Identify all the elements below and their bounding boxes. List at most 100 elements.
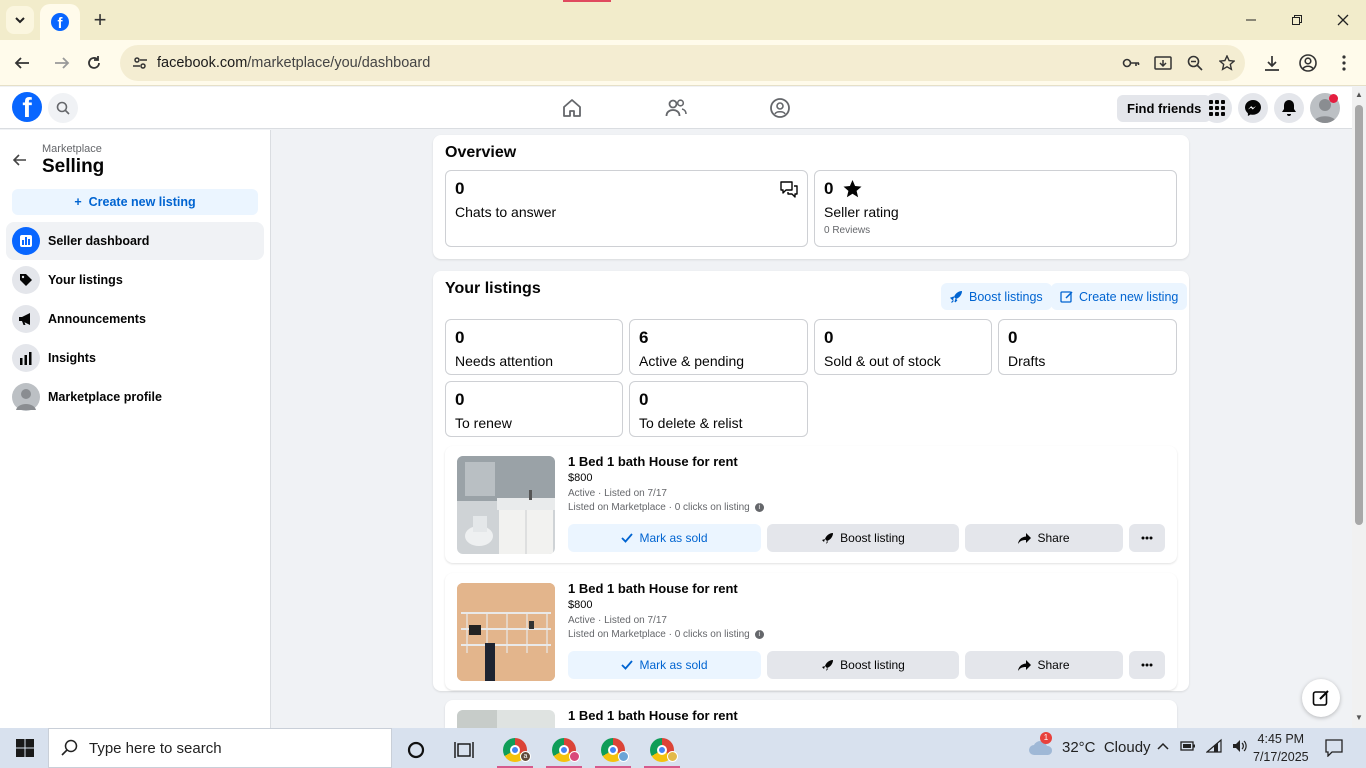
browser-tab-facebook[interactable]: f xyxy=(40,4,80,40)
new-tab-button[interactable]: + xyxy=(88,7,112,32)
breadcrumb[interactable]: Marketplace xyxy=(42,143,102,155)
more-options-button[interactable] xyxy=(1129,524,1165,552)
notifications-button[interactable] xyxy=(1274,93,1304,123)
mark-as-sold-button[interactable]: Mark as sold xyxy=(568,651,761,679)
bookmark-star-icon[interactable] xyxy=(1215,51,1239,75)
chrome-taskbar-icon[interactable] xyxy=(640,732,684,768)
weather-widget[interactable]: 1 32°C Cloudy xyxy=(1028,732,1151,756)
rocket-icon xyxy=(822,659,834,671)
more-options-button[interactable] xyxy=(1129,651,1165,679)
install-app-icon[interactable] xyxy=(1151,51,1175,75)
downloads-icon[interactable] xyxy=(1258,49,1286,77)
boost-listing-button[interactable]: Boost listing xyxy=(767,524,959,552)
reload-icon xyxy=(88,56,100,69)
create-button-label: Create new listing xyxy=(88,195,196,209)
stat-card-sold-out-of-stock[interactable]: 0 Sold & out of stock xyxy=(814,319,992,375)
scroll-up-arrow-icon[interactable]: ▲ xyxy=(1355,91,1363,99)
listing-photo-bathroom[interactable] xyxy=(457,456,555,554)
start-button[interactable] xyxy=(8,736,42,760)
create-new-listing-button[interactable]: Create new listing xyxy=(1051,283,1188,310)
wifi-icon[interactable] xyxy=(1206,738,1222,754)
dashboard-icon xyxy=(12,227,40,255)
page-scrollbar[interactable]: ▲ ▼ xyxy=(1352,87,1366,728)
action-center-button[interactable] xyxy=(1322,736,1346,760)
listing-title[interactable]: 1 Bed 1 bath House for rent xyxy=(568,454,738,469)
find-friends-button[interactable]: Find friends xyxy=(1117,95,1212,122)
stat-value: 0 xyxy=(1008,328,1018,347)
more-menu-icon[interactable] xyxy=(1330,49,1358,77)
facebook-logo[interactable]: f xyxy=(12,92,42,122)
site-info-button[interactable] xyxy=(128,51,152,75)
home-icon xyxy=(563,99,581,117)
chrome-taskbar-icon[interactable]: a xyxy=(493,732,537,768)
taskbar-search-placeholder: Type here to search xyxy=(89,739,222,757)
scroll-thumb[interactable] xyxy=(1355,105,1363,525)
system-clock[interactable]: 4:45 PM 7/17/2025 xyxy=(1253,730,1309,766)
sidebar-item-insights[interactable]: Insights xyxy=(6,339,264,377)
listing-card[interactable]: 1 Bed 1 bath House for rent xyxy=(445,700,1177,728)
create-new-listing-button[interactable]: + Create new listing xyxy=(12,189,258,215)
cortana-button[interactable] xyxy=(394,732,438,768)
messenger-button[interactable] xyxy=(1238,93,1268,123)
tab-strip-indicator xyxy=(563,0,611,2)
chrome-taskbar-icon[interactable] xyxy=(591,732,635,768)
stat-card-active-pending[interactable]: 6 Active & pending xyxy=(629,319,808,375)
boost-listing-label: Boost listing xyxy=(840,531,905,545)
listing-title[interactable]: 1 Bed 1 bath House for rent xyxy=(568,708,738,723)
sidebar-item-your-listings[interactable]: Your listings xyxy=(6,261,264,299)
battery-icon[interactable] xyxy=(1180,738,1196,754)
minimize-button[interactable] xyxy=(1228,0,1274,40)
main-navigation xyxy=(552,93,800,123)
tab-search-button[interactable] xyxy=(6,6,34,34)
share-button[interactable]: Share xyxy=(965,651,1123,679)
listing-title[interactable]: 1 Bed 1 bath House for rent xyxy=(568,581,738,596)
back-arrow-button[interactable] xyxy=(10,150,30,170)
task-view-button[interactable] xyxy=(442,732,486,768)
seller-rating-card[interactable]: 0 Seller rating 0 Reviews xyxy=(814,170,1177,247)
profile-icon[interactable] xyxy=(1294,49,1322,77)
grid-menu-icon xyxy=(1209,100,1225,116)
taskbar-search[interactable]: Type here to search xyxy=(48,728,392,768)
info-icon[interactable]: i xyxy=(754,502,764,512)
close-window-button[interactable] xyxy=(1320,0,1366,40)
stat-card-needs-attention[interactable]: 0 Needs attention xyxy=(445,319,623,375)
sidebar-item-marketplace-profile[interactable]: Marketplace profile xyxy=(6,378,264,416)
zoom-icon[interactable] xyxy=(1183,51,1207,75)
password-key-icon[interactable] xyxy=(1119,51,1143,75)
chevron-up-icon[interactable] xyxy=(1156,738,1170,754)
toolbar-right-actions xyxy=(1258,49,1358,77)
new-message-button[interactable] xyxy=(1302,679,1340,717)
volume-icon[interactable] xyxy=(1232,738,1248,754)
back-button[interactable] xyxy=(8,49,36,77)
boost-listing-button[interactable]: Boost listing xyxy=(767,651,959,679)
nav-friends[interactable] xyxy=(656,93,696,123)
url-text[interactable]: facebook.com/marketplace/you/dashboard xyxy=(157,55,430,71)
listing-card[interactable]: 1 Bed 1 bath House for rent $800 Active … xyxy=(445,573,1177,690)
stat-card-to-delete-relist[interactable]: 0 To delete & relist xyxy=(629,381,808,437)
listing-photo-closet[interactable] xyxy=(457,583,555,681)
listing-photo[interactable] xyxy=(457,710,555,728)
reload-button[interactable] xyxy=(80,49,108,77)
profile-badge-icon xyxy=(618,751,629,762)
scroll-down-arrow-icon[interactable]: ▼ xyxy=(1355,714,1363,722)
stat-card-to-renew[interactable]: 0 To renew xyxy=(445,381,623,437)
boost-listings-button[interactable]: Boost listings xyxy=(941,283,1052,310)
info-icon[interactable]: i xyxy=(754,629,764,639)
menu-button[interactable] xyxy=(1202,93,1232,123)
chrome-taskbar-icon[interactable] xyxy=(542,732,586,768)
share-button[interactable]: Share xyxy=(965,524,1123,552)
weather-text: 32°C Cloudy xyxy=(1062,738,1151,756)
forward-button[interactable] xyxy=(48,49,76,77)
chats-to-answer-card[interactable]: 0 Chats to answer xyxy=(445,170,808,247)
nav-home[interactable] xyxy=(552,93,592,123)
listing-card[interactable]: 1 Bed 1 bath House for rent $800 Active … xyxy=(445,446,1177,563)
sidebar-item-seller-dashboard[interactable]: Seller dashboard xyxy=(6,222,264,260)
nav-groups[interactable] xyxy=(760,93,800,123)
facebook-search-button[interactable] xyxy=(48,93,78,123)
sidebar-item-announcements[interactable]: Announcements xyxy=(6,300,264,338)
stat-card-drafts[interactable]: 0 Drafts xyxy=(998,319,1177,375)
restore-button[interactable] xyxy=(1274,0,1320,40)
address-bar[interactable]: facebook.com/marketplace/you/dashboard xyxy=(120,45,1245,81)
bar-chart-icon xyxy=(12,344,40,372)
mark-as-sold-button[interactable]: Mark as sold xyxy=(568,524,761,552)
